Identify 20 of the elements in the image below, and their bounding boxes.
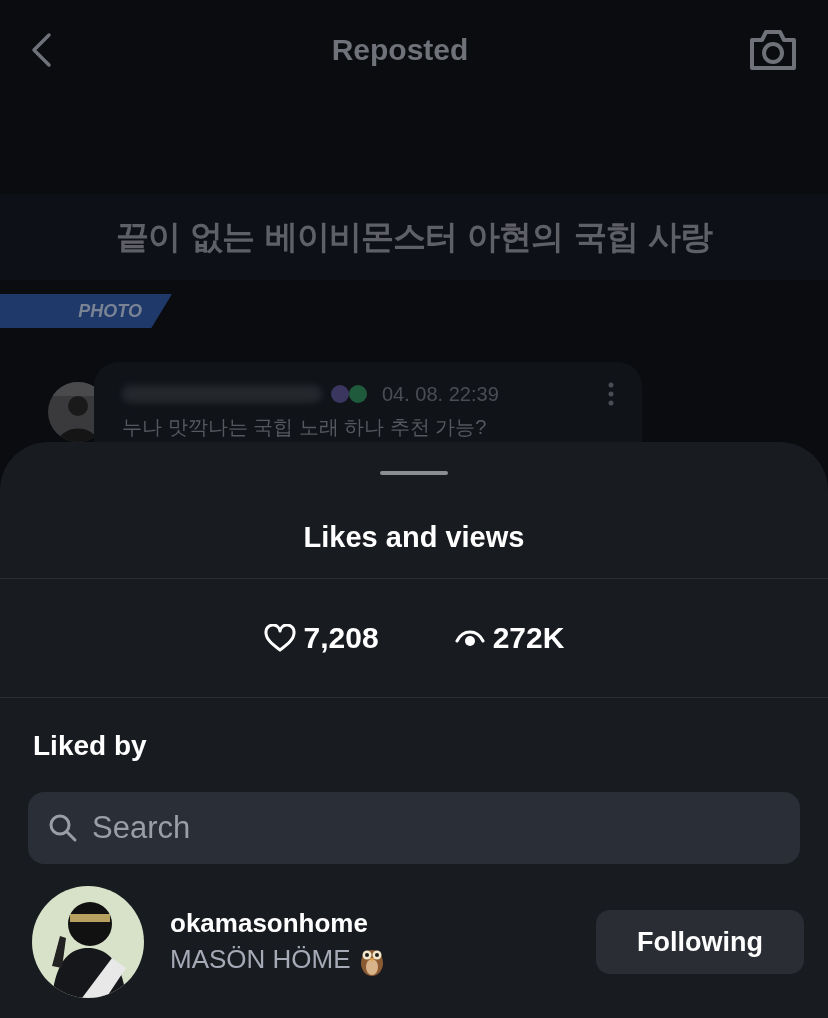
heart-icon [263, 624, 296, 652]
article-headline: 끝이 없는 베이비몬스터 아현의 국힙 사랑 [115, 215, 713, 258]
camera-icon[interactable] [748, 28, 798, 72]
sheet-title: Likes and views [302, 521, 526, 554]
comment-text: 누나 맛깍나는 국힙 노래 하나 추천 가능? [122, 415, 488, 440]
badge-icon [330, 384, 370, 404]
more-icon[interactable] [608, 382, 614, 406]
likes-count: 7,208 [303, 621, 379, 655]
search-icon [48, 813, 78, 843]
search-field[interactable]: Search [28, 792, 800, 864]
views-count: 272K [492, 621, 565, 655]
header-title: Reposted [331, 33, 469, 67]
back-icon[interactable] [30, 32, 52, 68]
username[interactable]: okamasonhome [170, 907, 596, 939]
drag-handle[interactable] [380, 471, 448, 475]
photo-tag: PHOTO [0, 294, 172, 328]
display-name: MASÖN HÖME [170, 944, 351, 975]
section-title: Liked by [33, 730, 148, 762]
comment-time: 04. 08. 22:39 [382, 382, 499, 406]
following-button[interactable]: Following [596, 910, 804, 974]
